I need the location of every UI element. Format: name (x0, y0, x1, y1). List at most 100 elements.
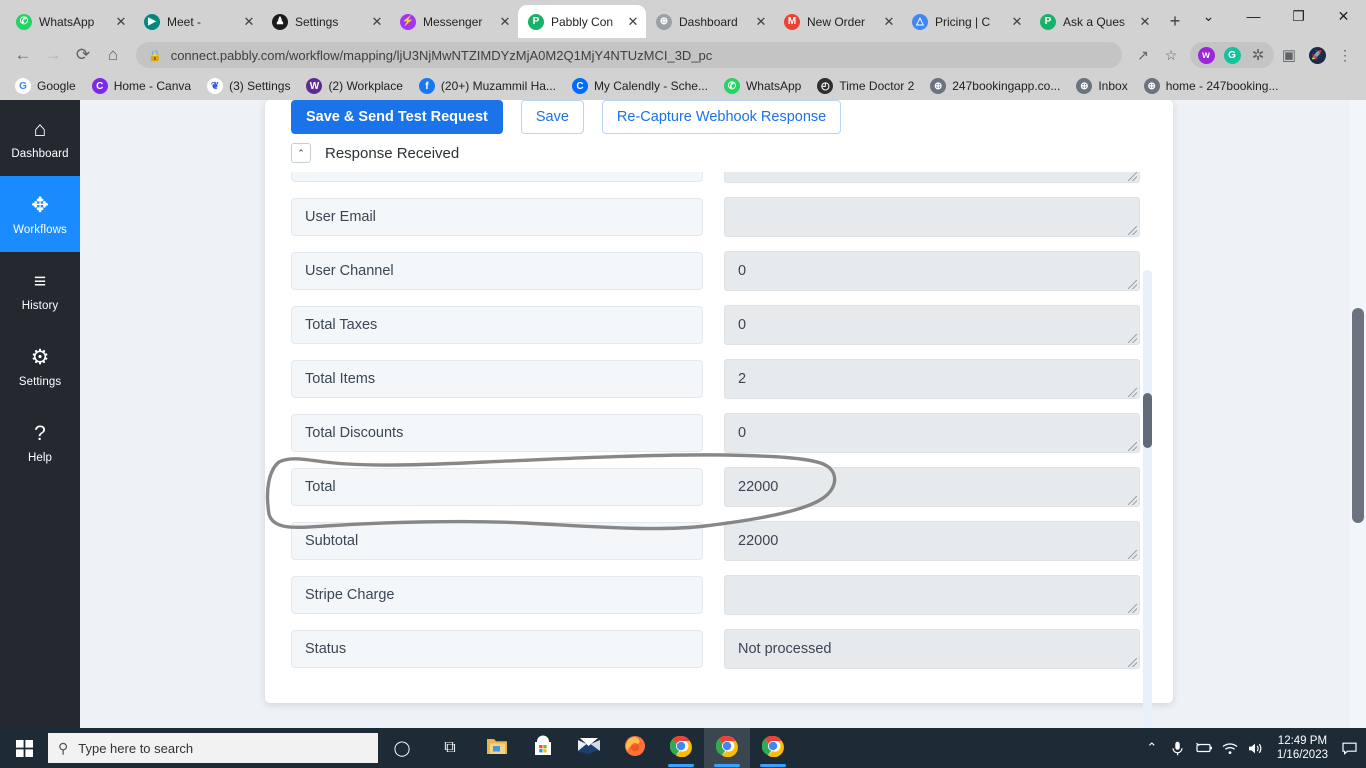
browser-tab-pabbly-con[interactable]: P Pabbly Con ✕ (518, 5, 646, 38)
field-label-input[interactable]: Status (291, 630, 703, 668)
field-value-input[interactable]: 22000 (724, 467, 1140, 507)
tab-close-icon[interactable]: ✕ (1010, 15, 1024, 29)
reload-icon[interactable]: ⟳ (68, 40, 98, 70)
bookmark-inbox[interactable]: ⊕ Inbox (1069, 76, 1134, 96)
field-label-input[interactable]: Subtotal (291, 522, 703, 560)
taskbar-app-mail[interactable] (566, 728, 612, 768)
browser-tab-settings[interactable]: ♟ Settings ✕ (262, 5, 391, 38)
tab-close-icon[interactable]: ✕ (882, 15, 896, 29)
recapture-webhook-response-button[interactable]: Re-Capture Webhook Response (601, 100, 842, 134)
grammarly-extension-icon[interactable]: G (1219, 42, 1245, 68)
side-panel-icon[interactable]: ▣ (1276, 42, 1302, 68)
field-label-input[interactable]: User External Id (291, 172, 703, 182)
battery-icon[interactable] (1191, 728, 1217, 768)
tab-label: Meet - (167, 14, 202, 29)
bookmark-google[interactable]: G Google (8, 76, 83, 96)
maximize-button[interactable]: ❐ (1276, 0, 1321, 32)
page-scrollbar-thumb[interactable] (1352, 308, 1364, 523)
field-value-input[interactable] (724, 197, 1140, 237)
share-icon[interactable]: ↗ (1130, 42, 1156, 68)
tab-search-icon[interactable]: ⌄ (1186, 0, 1231, 32)
field-list-scrollbar-track[interactable] (1143, 270, 1152, 728)
field-label-input[interactable]: Total (291, 468, 703, 506)
forward-icon[interactable]: → (38, 40, 68, 70)
sidebar-item-settings[interactable]: ⚙ Settings (0, 328, 80, 404)
taskbar-search-input[interactable]: ⚲ Type here to search (48, 733, 378, 763)
tab-close-icon[interactable]: ✕ (754, 15, 768, 29)
notification-center-icon[interactable] (1336, 728, 1362, 768)
sidebar-item-dashboard[interactable]: ⌂ Dashboard (0, 100, 80, 176)
browser-tab-pricing-c[interactable]: △ Pricing | C ✕ (902, 5, 1031, 38)
sidebar-item-workflows[interactable]: ✥ Workflows (0, 176, 80, 252)
browser-tab-messenger[interactable]: ⚡ Messenger ✕ (390, 5, 518, 38)
bookmark-home-canva[interactable]: C Home - Canva (85, 76, 198, 96)
taskbar-app-microsoft-store[interactable] (520, 728, 566, 768)
field-value-input[interactable]: Not processed (724, 629, 1140, 669)
field-value-input[interactable]: 22000 (724, 521, 1140, 561)
field-list-scrollbar-thumb[interactable] (1143, 393, 1152, 448)
field-label-input[interactable]: User Email (291, 198, 703, 236)
field-value-input[interactable] (724, 575, 1140, 615)
back-icon[interactable]: ← (8, 40, 38, 70)
volume-icon[interactable] (1243, 728, 1269, 768)
close-window-button[interactable]: ✕ (1321, 0, 1366, 32)
chevron-up-icon[interactable]: ⌃ (291, 143, 311, 163)
sidebar-item-history[interactable]: ≡ History (0, 252, 80, 328)
show-hidden-icons[interactable]: ⌃ (1139, 728, 1165, 768)
bookmark-20-muzammil-ha[interactable]: f (20+) Muzammil Ha... (412, 76, 563, 96)
field-label-input[interactable]: User Channel (291, 252, 703, 290)
wifi-icon[interactable] (1217, 728, 1243, 768)
taskbar-app-chrome-profile[interactable] (704, 728, 750, 768)
browser-tab-whatsapp[interactable]: ✆ WhatsApp ✕ (6, 5, 135, 38)
field-label-input[interactable]: Total Items (291, 360, 703, 398)
save-button[interactable]: Save (520, 100, 584, 134)
save-send-test-request-button[interactable]: Save & Send Test Request (291, 100, 503, 134)
tab-close-icon[interactable]: ✕ (114, 15, 128, 29)
taskbar-app-chrome[interactable] (658, 728, 704, 768)
minimize-button[interactable]: — (1231, 0, 1276, 32)
field-value-input[interactable]: 0 (724, 305, 1140, 345)
browser-menu-icon[interactable]: ⋮ (1332, 42, 1358, 68)
browser-tab-dashboard[interactable]: ⊕ Dashboard ✕ (646, 5, 775, 38)
sidebar-item-help[interactable]: ? Help (0, 404, 80, 480)
bookmark-2-workplace[interactable]: W (2) Workplace (299, 76, 409, 96)
browser-tab-new-order[interactable]: M New Order ✕ (774, 5, 903, 38)
tab-close-icon[interactable]: ✕ (626, 15, 640, 29)
home-icon[interactable]: ⌂ (98, 40, 128, 70)
browser-tab-meet[interactable]: ▶ Meet - ✕ (134, 5, 263, 38)
new-tab-button[interactable]: + (1164, 7, 1186, 35)
taskbar-app-firefox[interactable] (612, 728, 658, 768)
field-value-input[interactable]: 0 (724, 251, 1140, 291)
field-value-input[interactable]: 0 (724, 413, 1140, 453)
bookmark-3-settings[interactable]: ❦ (3) Settings (200, 76, 297, 96)
task-view-icon[interactable]: ⧉ (426, 728, 474, 768)
field-value-input[interactable] (724, 172, 1140, 183)
tab-close-icon[interactable]: ✕ (498, 15, 512, 29)
field-label-input[interactable]: Total Taxes (291, 306, 703, 344)
response-received-header[interactable]: ⌃ Response Received (291, 143, 459, 163)
bookmark-time-doctor-2[interactable]: ◴ Time Doctor 2 (810, 76, 921, 96)
tab-close-icon[interactable]: ✕ (370, 15, 384, 29)
field-label-input[interactable]: Stripe Charge (291, 576, 703, 614)
tab-close-icon[interactable]: ✕ (1138, 15, 1152, 29)
start-button-icon[interactable] (0, 728, 48, 768)
bookmark-my-calendly-sche[interactable]: C My Calendly - Sche... (565, 76, 715, 96)
bookmark-star-icon[interactable]: ☆ (1158, 42, 1184, 68)
extensions-puzzle-icon[interactable]: ✲ (1245, 42, 1271, 68)
bookmark-whatsapp[interactable]: ✆ WhatsApp (717, 76, 808, 96)
cortana-icon[interactable]: ◯ (378, 728, 426, 768)
bookmark-home-247booking[interactable]: ⊕ home - 247booking... (1137, 76, 1286, 96)
taskbar-app-chrome-profile2[interactable] (750, 728, 796, 768)
search-placeholder: Type here to search (78, 740, 194, 756)
taskbar-clock[interactable]: 12:49 PM 1/16/2023 (1269, 734, 1336, 762)
field-value-input[interactable]: 2 (724, 359, 1140, 399)
address-bar[interactable]: 🔒 connect.pabbly.com/workflow/mapping/lj… (136, 42, 1122, 68)
bookmark-247bookingapp-co[interactable]: ⊕ 247bookingapp.co... (923, 76, 1067, 96)
microphone-icon[interactable] (1165, 728, 1191, 768)
wrike-extension-icon[interactable]: w (1193, 42, 1219, 68)
tab-close-icon[interactable]: ✕ (242, 15, 256, 29)
profile-avatar[interactable]: 🚀 (1304, 42, 1330, 68)
browser-tab-ask-a-ques[interactable]: P Ask a Ques ✕ (1030, 5, 1158, 38)
field-label-input[interactable]: Total Discounts (291, 414, 703, 452)
taskbar-app-file-explorer[interactable] (474, 728, 520, 768)
